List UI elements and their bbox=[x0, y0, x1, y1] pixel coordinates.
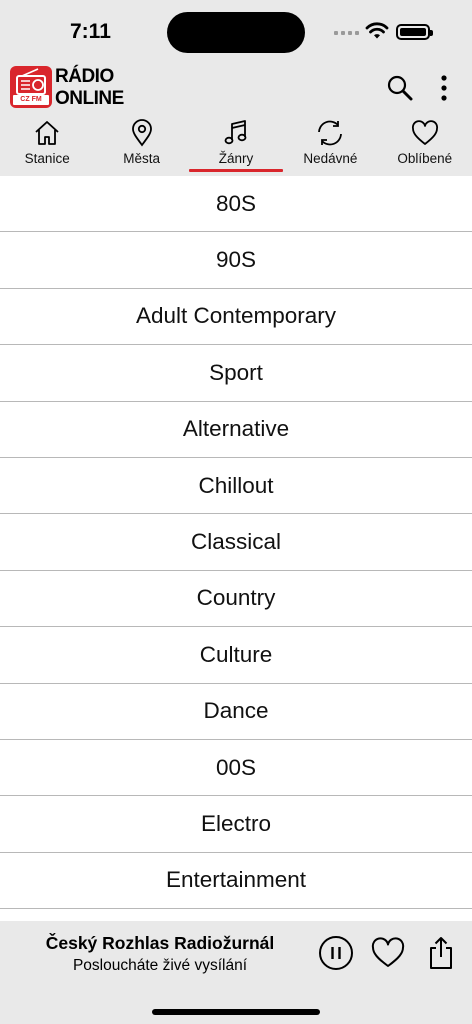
dynamic-island bbox=[167, 12, 305, 53]
tab-mesta[interactable]: Města bbox=[94, 114, 188, 176]
refresh-icon bbox=[315, 118, 345, 148]
favorite-button[interactable] bbox=[368, 933, 408, 973]
home-indicator[interactable] bbox=[152, 1009, 320, 1015]
pause-icon bbox=[319, 936, 353, 970]
battery-icon bbox=[396, 24, 433, 40]
wifi-icon bbox=[365, 21, 389, 46]
active-tab-indicator bbox=[188, 169, 284, 172]
genre-item-90s[interactable]: 90S bbox=[0, 232, 472, 289]
app-title: RÁDIO ONLINE bbox=[55, 66, 124, 110]
location-pin-icon bbox=[127, 118, 157, 148]
genre-item-country[interactable]: Country bbox=[0, 570, 472, 628]
tab-oblibene[interactable]: Oblíbené bbox=[378, 114, 472, 176]
share-icon bbox=[430, 937, 452, 969]
cellular-signal-icon bbox=[334, 31, 359, 35]
genre-item-sport[interactable]: Sport bbox=[0, 345, 472, 402]
genre-item-electro[interactable]: Electro bbox=[0, 796, 472, 853]
music-note-icon bbox=[221, 118, 251, 148]
home-icon bbox=[32, 118, 62, 148]
status-bar: 7:11 bbox=[0, 0, 472, 62]
now-playing-station[interactable]: Český Rozhlas Radiožurnál bbox=[0, 933, 320, 954]
app-title-line2: ONLINE bbox=[55, 88, 124, 109]
tab-label: Oblíbené bbox=[397, 151, 453, 166]
pause-button[interactable] bbox=[316, 933, 356, 973]
genre-item-culture[interactable]: Culture bbox=[0, 627, 472, 684]
app-header: CZ FM RÁDIO ONLINE bbox=[0, 62, 472, 114]
genre-item-classical[interactable]: Classical bbox=[0, 514, 472, 571]
search-icon bbox=[387, 75, 413, 101]
genre-item-chillout[interactable]: Chillout bbox=[0, 457, 472, 515]
now-playing-bar: Český Rozhlas Radiožurnál Posloucháte ži… bbox=[0, 921, 472, 1024]
genre-item-00s[interactable]: 00S bbox=[0, 739, 472, 797]
more-vertical-icon bbox=[441, 75, 447, 101]
category-tabs: Stanice Města Žánry Nedávné Oblíbené bbox=[0, 114, 472, 176]
tab-zanry[interactable]: Žánry bbox=[188, 114, 284, 176]
genre-item-adult-contemporary[interactable]: Adult Contemporary bbox=[0, 288, 472, 346]
logo-badge: CZ FM bbox=[13, 95, 49, 105]
heart-icon bbox=[371, 937, 405, 967]
share-button[interactable] bbox=[421, 933, 461, 973]
app-logo: CZ FM bbox=[10, 66, 52, 108]
tab-label: Stanice bbox=[24, 151, 70, 166]
more-options-button[interactable] bbox=[424, 68, 464, 108]
tab-label: Města bbox=[123, 151, 160, 166]
genre-item-dance[interactable]: Dance bbox=[0, 683, 472, 740]
heart-icon bbox=[410, 118, 440, 148]
tab-stanice[interactable]: Stanice bbox=[0, 114, 94, 176]
genre-item-alternative[interactable]: Alternative bbox=[0, 401, 472, 458]
genre-item-entertainment[interactable]: Entertainment bbox=[0, 852, 472, 910]
now-playing-status: Posloucháte živé vysílání bbox=[72, 957, 248, 974]
genre-item-80s[interactable]: 80S bbox=[0, 176, 472, 233]
tab-label: Žánry bbox=[218, 151, 254, 166]
tab-label: Nedávné bbox=[303, 151, 358, 166]
genre-list[interactable]: 80S 90S Adult Contemporary Sport Alterna… bbox=[0, 176, 472, 921]
search-button[interactable] bbox=[380, 68, 420, 108]
app-title-line1: RÁDIO bbox=[55, 66, 114, 87]
status-time: 7:11 bbox=[70, 20, 111, 43]
tab-nedavne[interactable]: Nedávné bbox=[283, 114, 377, 176]
